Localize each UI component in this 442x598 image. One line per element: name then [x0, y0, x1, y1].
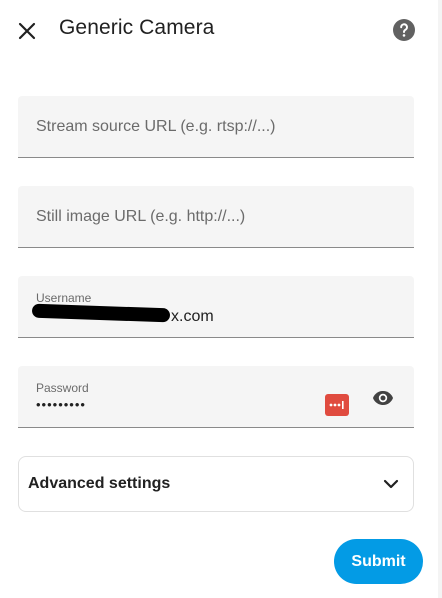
- redaction-mark: [31, 303, 171, 323]
- password-value: •••••••••: [36, 397, 86, 412]
- username-label: Username: [36, 291, 92, 305]
- password-field[interactable]: Password •••••••••: [18, 366, 414, 428]
- toggle-password-visibility-button[interactable]: [368, 386, 398, 410]
- username-value: x.com: [171, 308, 214, 325]
- still-image-url-field[interactable]: Still image URL (e.g. http://...): [18, 186, 414, 248]
- background-edge: [438, 0, 442, 598]
- still-image-url-placeholder: Still image URL (e.g. http://...): [36, 208, 246, 225]
- help-button[interactable]: [391, 17, 417, 43]
- submit-button[interactable]: Submit: [334, 539, 423, 584]
- dialog-title: Generic Camera: [59, 16, 215, 39]
- dialog-header: Generic Camera: [0, 0, 438, 62]
- help-circle-icon: [393, 19, 415, 41]
- stream-source-url-placeholder: Stream source URL (e.g. rtsp://...): [36, 118, 276, 135]
- username-field[interactable]: Username x.com: [18, 276, 414, 338]
- close-button[interactable]: [12, 16, 42, 46]
- password-label: Password: [36, 381, 89, 395]
- password-manager-icon[interactable]: [325, 394, 349, 416]
- stream-source-url-field[interactable]: Stream source URL (e.g. rtsp://...): [18, 96, 414, 158]
- advanced-settings-label: Advanced settings: [28, 475, 171, 492]
- dialog: Generic Camera Stream source URL (e.g. r…: [0, 0, 438, 598]
- close-icon: [18, 22, 36, 40]
- eye-icon: [373, 391, 393, 405]
- chevron-down-icon: [380, 473, 402, 495]
- advanced-settings-expander[interactable]: Advanced settings: [18, 456, 414, 512]
